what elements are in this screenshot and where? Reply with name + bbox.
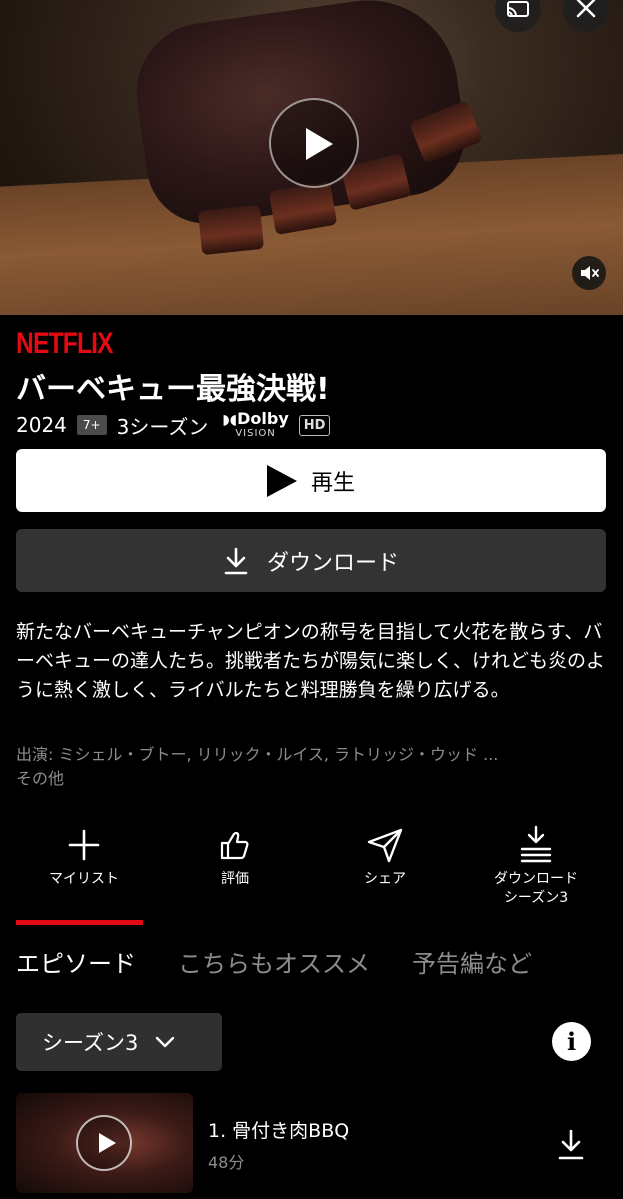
play-button-label: 再生 [310, 470, 355, 496]
play-icon [266, 464, 297, 497]
download-icon [558, 1129, 584, 1160]
my-list-button[interactable]: マイリスト [9, 820, 159, 889]
cast-more: その他 [16, 769, 65, 788]
hd-badge: HD [298, 414, 331, 436]
info-button[interactable]: i [552, 1022, 591, 1061]
episode-thumbnail[interactable] [16, 1093, 193, 1193]
dolby-logo-icon: ◗◖ [222, 412, 238, 428]
hero-video[interactable] [0, 0, 623, 315]
season-selector-label: シーズン3 [42, 1031, 139, 1055]
mute-button[interactable] [572, 256, 606, 290]
tab-more-like-this[interactable]: こちらもオススメ [178, 944, 370, 979]
hero-bone [197, 204, 265, 256]
episode-duration: 48分 [208, 1153, 245, 1172]
release-year: 2024 [16, 413, 67, 437]
hero-play-button[interactable] [269, 98, 359, 188]
download-season-button[interactable]: ダウンロード シーズン3 [461, 820, 611, 908]
cast-icon [507, 1, 529, 17]
rate-label: 評価 [221, 871, 249, 887]
tab-trailers[interactable]: 予告編など [412, 944, 532, 979]
play-icon [99, 1133, 116, 1153]
download-icon [224, 547, 248, 574]
maturity-rating-badge: 7+ [76, 415, 107, 435]
close-button[interactable] [563, 0, 609, 32]
netflix-logo: NETFLIX [16, 327, 114, 360]
cast-list[interactable]: 出演: ミシェル・ブトー, リリック・ルイス, ラトリッジ・ウッド ... その… [16, 743, 608, 791]
episode-play-button[interactable] [76, 1115, 132, 1171]
play-icon [306, 128, 333, 160]
share-button[interactable]: シェア [310, 820, 460, 889]
episode-download-button[interactable] [557, 1128, 585, 1166]
episode-title[interactable]: 1. 骨付き肉BBQ [208, 1116, 349, 1143]
rate-button[interactable]: 評価 [160, 820, 310, 889]
active-tab-indicator [16, 920, 143, 925]
chevron-down-icon [156, 1036, 175, 1048]
download-season-icon [520, 825, 552, 863]
dolby-vision-badge: ◗◖Dolby VISION [222, 411, 288, 439]
dolby-label: ◗◖Dolby [222, 409, 289, 428]
plus-icon [68, 829, 100, 861]
synopsis: 新たなバーベキューチャンピオンの称号を目指して火花を散らす、バーベキューの達人た… [16, 621, 606, 701]
download-button[interactable]: ダウンロード [16, 529, 606, 592]
play-button[interactable]: 再生 [16, 449, 606, 512]
download-button-label: ダウンロード [266, 550, 399, 576]
cast-button[interactable] [495, 0, 541, 32]
download-season-label: ダウンロード シーズン3 [494, 871, 578, 906]
page-title: バーベキュー最強決戦! [16, 372, 330, 407]
tab-bar: エピソード こちらもオススメ 予告編など [16, 944, 574, 979]
season-count: 3シーズン [116, 414, 209, 439]
dolby-vision-label: VISION [235, 428, 276, 439]
close-icon [576, 0, 596, 18]
share-label: シェア [364, 871, 406, 887]
mute-icon [581, 266, 599, 280]
title-meta: 2024 7+ 3シーズン ◗◖Dolby VISION HD [16, 410, 331, 440]
thumbs-up-icon [220, 831, 249, 860]
tab-episodes[interactable]: エピソード [16, 944, 136, 979]
info-icon: i [566, 1027, 577, 1056]
season-selector[interactable]: シーズン3 [16, 1013, 222, 1071]
cast-line: 出演: ミシェル・ブトー, リリック・ルイス, ラトリッジ・ウッド ... [16, 745, 499, 764]
action-row: マイリスト 評価 シェア ダウンロード シーズン3 [0, 820, 623, 910]
share-icon [367, 828, 403, 863]
my-list-label: マイリスト [49, 871, 119, 887]
